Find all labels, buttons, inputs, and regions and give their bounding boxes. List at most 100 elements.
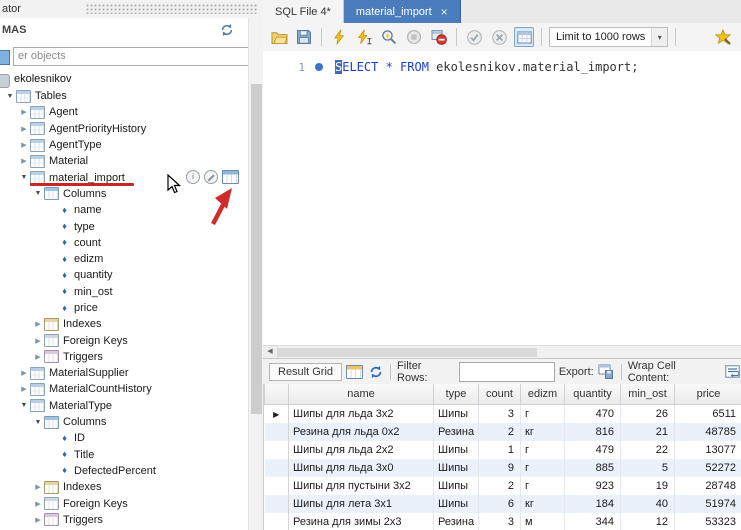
row-selector[interactable] [265, 459, 289, 477]
tree-item-columns[interactable]: ▼Columns [0, 414, 248, 430]
grid-cell[interactable]: г [521, 459, 565, 477]
grid-cell[interactable]: 923 [565, 477, 621, 495]
grid-cell[interactable]: 28748 [675, 477, 741, 495]
tree-item-indexes[interactable]: ▶Indexes [0, 479, 248, 495]
explain-icon[interactable] [379, 27, 399, 47]
expand-arrow-icon[interactable]: ▶ [18, 369, 30, 377]
grid-cell[interactable]: 9 [479, 459, 521, 477]
collapse-arrow-icon[interactable]: ▼ [32, 419, 44, 426]
tree-item-agent[interactable]: ▶Agent [0, 104, 248, 120]
column-header-min_ost[interactable]: min_ost [621, 384, 675, 405]
tree-item-quantity[interactable]: ♦quantity [0, 267, 248, 283]
toggle-autocommit-icon[interactable] [514, 27, 534, 47]
grid-cell[interactable]: 2 [479, 477, 521, 495]
expand-arrow-icon[interactable]: ▶ [18, 125, 30, 133]
grid-cell[interactable]: 816 [565, 423, 621, 441]
tree-item-indexes[interactable]: ▶Indexes [0, 316, 248, 332]
tree-item-defectedpercent[interactable]: ♦DefectedPercent [0, 463, 248, 479]
schema-name[interactable]: ekolesnikov [14, 73, 71, 85]
sql-editor[interactable]: 1 SELECT * FROM ekolesnikov.material_imp… [263, 51, 741, 345]
grid-cell[interactable]: г [521, 477, 565, 495]
column-header-edizm[interactable]: edizm [521, 384, 565, 405]
expand-arrow-icon[interactable]: ▶ [32, 320, 44, 328]
grid-cell[interactable]: 2 [479, 423, 521, 441]
grid-cell[interactable]: 22 [621, 441, 675, 459]
tree-item-price[interactable]: ♦price [0, 300, 248, 316]
column-header-price[interactable]: price [675, 384, 741, 405]
grid-cell[interactable]: Резина [434, 423, 479, 441]
expand-arrow-icon[interactable]: ▶ [32, 516, 44, 524]
collapse-arrow-icon[interactable]: ▼ [18, 402, 30, 409]
grid-cell[interactable]: 1 [479, 441, 521, 459]
tree-item-count[interactable]: ♦count [0, 235, 248, 251]
grid-cell[interactable]: 3 [479, 405, 521, 424]
grid-cell[interactable]: 12 [621, 513, 675, 530]
export-icon[interactable] [598, 364, 615, 379]
refresh-grid-icon[interactable] [367, 364, 384, 379]
grid-cell[interactable]: 53323 [675, 513, 741, 530]
tree-item-tables[interactable]: ▼Tables [0, 88, 248, 104]
table-info-icon[interactable]: i [186, 170, 200, 184]
tree-item-materialsupplier[interactable]: ▶MaterialSupplier [0, 365, 248, 381]
expand-arrow-icon[interactable]: ▶ [32, 500, 44, 508]
grid-cell[interactable]: Шипы [434, 477, 479, 495]
filter-objects-input[interactable]: er objects [13, 47, 249, 66]
grid-cell[interactable]: Шипы [434, 495, 479, 513]
tree-item-agenttype[interactable]: ▶AgentType [0, 137, 248, 153]
grid-cell[interactable]: Шипы для льда 2x2 [289, 441, 434, 459]
grid-cell[interactable]: 51974 [675, 495, 741, 513]
expand-arrow-icon[interactable]: ▶ [18, 141, 30, 149]
tree-item-foreign-keys[interactable]: ▶Foreign Keys [0, 495, 248, 511]
column-header-quantity[interactable]: quantity [565, 384, 621, 405]
hscrollbar-thumb[interactable] [277, 348, 537, 357]
navigator-scrollbar[interactable] [248, 18, 264, 530]
grid-cell[interactable]: 885 [565, 459, 621, 477]
grid-cell[interactable]: 48785 [675, 423, 741, 441]
collapse-arrow-icon[interactable]: ▼ [32, 190, 44, 197]
grid-cell[interactable]: г [521, 441, 565, 459]
table-data-icon[interactable] [222, 170, 239, 184]
open-script-icon[interactable] [269, 27, 289, 47]
chevron-down-icon[interactable]: ▾ [651, 28, 667, 46]
tab-sql-file-4[interactable]: SQL File 4* [263, 0, 344, 23]
tab-material-import[interactable]: material_import × [344, 0, 461, 23]
grid-cell[interactable]: Резина [434, 513, 479, 530]
grid-cell[interactable]: м [521, 513, 565, 530]
toggle-stop-on-error-icon[interactable] [429, 27, 449, 47]
close-tab-icon[interactable]: × [441, 6, 448, 18]
filter-rows-input[interactable] [459, 362, 555, 382]
grid-cell[interactable]: 184 [565, 495, 621, 513]
panel-drag-grip[interactable] [86, 4, 257, 14]
tree-item-material-import[interactable]: ▼material_importi [0, 169, 248, 185]
grid-cell[interactable]: Резина для льда 0x2 [289, 423, 434, 441]
grid-cell[interactable]: Шипы для пустыни 3x2 [289, 477, 434, 495]
tree-item-material[interactable]: ▶Material [0, 153, 248, 169]
column-header-name[interactable]: name [289, 384, 434, 405]
table-settings-icon[interactable] [204, 170, 218, 184]
collapse-arrow-icon[interactable]: ▼ [18, 174, 30, 181]
tree-item-title[interactable]: ♦Title [0, 447, 248, 463]
save-script-icon[interactable] [294, 27, 314, 47]
wrap-cell-content-icon[interactable] [724, 364, 741, 379]
grid-cell[interactable]: 5 [621, 459, 675, 477]
result-grid-tab[interactable]: Result Grid [269, 363, 342, 381]
row-selector-header[interactable] [265, 384, 289, 405]
tree-item-min-ost[interactable]: ♦min_ost [0, 284, 248, 300]
grid-cell[interactable]: 6 [479, 495, 521, 513]
tree-item-triggers[interactable]: ▶Triggers [0, 512, 248, 528]
tree-item-id[interactable]: ♦ID [0, 430, 248, 446]
scrollbar-thumb[interactable] [251, 84, 262, 414]
collapse-arrow-icon[interactable]: ▼ [4, 93, 16, 100]
execute-current-icon[interactable] [354, 27, 374, 47]
row-selector[interactable] [265, 477, 289, 495]
row-selector[interactable] [265, 441, 289, 459]
expand-arrow-icon[interactable]: ▶ [32, 337, 44, 345]
row-selector[interactable] [265, 423, 289, 441]
grid-cell[interactable]: Шипы [434, 441, 479, 459]
tree-item-materialtype[interactable]: ▼MaterialType [0, 398, 248, 414]
grid-cell[interactable]: Шипы для льда 3x2 [289, 405, 434, 424]
tree-item-triggers[interactable]: ▶Triggers [0, 349, 248, 365]
editor-hscrollbar[interactable]: ◀ [263, 345, 741, 358]
row-selector[interactable] [265, 495, 289, 513]
grid-cell[interactable]: Шипы для лета 3x1 [289, 495, 434, 513]
